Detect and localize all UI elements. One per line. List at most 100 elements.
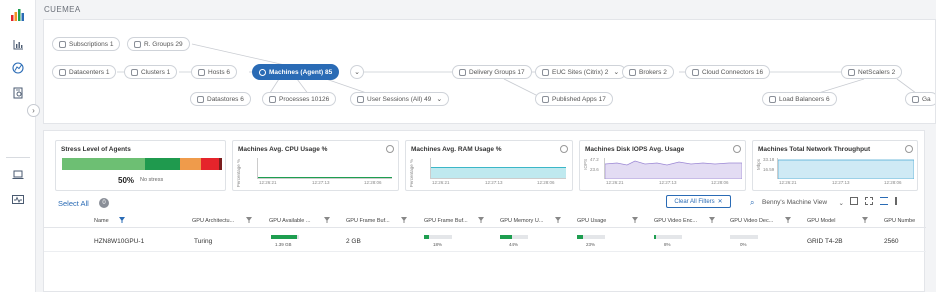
filter-icon[interactable] (246, 217, 252, 223)
resource-group-icon (134, 40, 141, 48)
column-header-gpu-number[interactable]: GPU Numbe (884, 218, 915, 224)
iops-area (605, 160, 742, 179)
subscription-icon (59, 40, 66, 48)
node-hosts[interactable]: Hosts 6 (191, 65, 238, 79)
column-header-name[interactable]: Name (94, 218, 109, 224)
node-truncated[interactable]: Ga (905, 92, 935, 106)
export-icon[interactable] (850, 197, 858, 205)
cpu-plot (257, 158, 392, 179)
filter-icon[interactable] (632, 217, 638, 223)
gateway-icon (912, 95, 919, 103)
cloud-connector-icon (692, 68, 699, 76)
column-header-frame-buf-1[interactable]: GPU Frame Buf... (346, 218, 390, 224)
y-tick: 47.2 (590, 157, 599, 162)
explore-icon[interactable] (11, 61, 25, 75)
published-app-icon (542, 95, 549, 103)
y-axis-label: Percentage % (236, 159, 241, 188)
memory-usage-pct: 44% (509, 242, 519, 247)
netscaler-icon (848, 68, 855, 76)
monitor-pulse-icon[interactable] (11, 193, 25, 207)
video-enc-bar (654, 235, 682, 239)
column-header-frame-buf-2[interactable]: GPU Frame Buf... (424, 218, 468, 224)
app-root: › CUEMEA Subscriptions 1 R. Groups 29 Da… (0, 0, 936, 292)
filter-icon[interactable] (478, 217, 484, 223)
stress-segment-2 (180, 158, 202, 170)
content-panel: Stress Level of Agents 50% No stress Mac… (43, 130, 926, 292)
card-cpu-usage[interactable]: Machines Avg. CPU Usage % Percentage % 1… (232, 140, 399, 191)
list-view-icon[interactable] (880, 197, 888, 205)
chevron-down-icon: ⌄ (354, 69, 360, 76)
node-processes[interactable]: Processes 10126 (262, 92, 337, 106)
node-published-apps[interactable]: Published Apps 17 (535, 92, 613, 106)
node-user-sessions[interactable]: User Sessions (All) 49 ⌄ (350, 92, 450, 106)
close-icon: ✕ (717, 199, 723, 205)
column-header-gpu-arch[interactable]: GPU Architectu... (192, 218, 234, 224)
cell-name[interactable]: HZN8W10GPU-1 (94, 238, 144, 245)
rail-divider (6, 157, 30, 158)
node-resource-groups[interactable]: R. Groups 29 (127, 37, 190, 51)
view-select[interactable]: Benny's Machine View ⌄ (762, 197, 844, 208)
column-header-video-enc[interactable]: GPU Video Enc... (654, 218, 697, 224)
more-options-icon[interactable] (895, 197, 897, 205)
search-icon[interactable]: ⌕ (750, 198, 754, 208)
filter-icon[interactable] (555, 217, 561, 223)
node-datastores[interactable]: Datastores 6 (190, 92, 251, 106)
process-icon (269, 95, 276, 103)
datacenter-icon (59, 68, 66, 76)
select-all-link[interactable]: Select All (58, 199, 89, 208)
clock-icon[interactable] (733, 145, 741, 153)
stress-label: No stress (140, 177, 164, 183)
clock-icon[interactable] (386, 145, 394, 153)
filter-icon[interactable] (709, 217, 715, 223)
clear-all-filters-button[interactable]: Clear All Filters ✕ (666, 195, 731, 208)
node-euc-sites[interactable]: EUC Sites (Citrix) 2 ⌄ (535, 65, 627, 79)
column-header-video-dec[interactable]: GPU Video Dec... (730, 218, 773, 224)
node-cloud-connectors[interactable]: Cloud Connectors 16 (685, 65, 771, 79)
node-load-balancers[interactable]: Load Balancers 6 (762, 92, 837, 106)
clock-icon[interactable] (905, 145, 913, 153)
collapse-sidebar-button[interactable]: › (27, 104, 40, 117)
filter-icon[interactable] (785, 217, 791, 223)
cluster-icon (131, 68, 138, 76)
table-toolbar-icons (850, 197, 897, 205)
reports-icon[interactable] (11, 86, 25, 100)
video-enc-fill (654, 235, 657, 239)
fullscreen-icon[interactable] (865, 197, 873, 205)
clock-icon[interactable] (560, 145, 568, 153)
card-network-throughput[interactable]: Machines Total Network Throughput Mbps 3… (752, 140, 918, 191)
column-header-gpu-available[interactable]: GPU Available ... (269, 218, 310, 224)
node-delivery-groups[interactable]: Delivery Groups 17 (452, 65, 532, 79)
column-header-gpu-usage[interactable]: GPU Usage (577, 218, 606, 224)
dashboard-icon[interactable] (11, 37, 25, 51)
cell-frame-buf: 2 GB (346, 238, 361, 245)
chevron-down-icon: ⌄ (838, 199, 844, 207)
cell-gpu-number: 2560 (884, 238, 899, 245)
card-disk-iops[interactable]: Machines Disk IOPS Avg. Usage IOPS 47.2 … (579, 140, 746, 191)
node-clusters[interactable]: Clusters 1 (124, 65, 178, 79)
card-title: Machines Disk IOPS Avg. Usage (585, 146, 685, 153)
card-title: Machines Avg. RAM Usage % (411, 146, 502, 153)
node-netscalers[interactable]: NetScalers 2 (841, 65, 903, 79)
filter-icon[interactable] (401, 217, 407, 223)
filter-active-icon[interactable] (119, 217, 125, 223)
laptop-icon[interactable] (11, 168, 25, 182)
card-ram-usage[interactable]: Machines Avg. RAM Usage % Percentage % 1… (405, 140, 573, 191)
node-subscriptions[interactable]: Subscriptions 1 (52, 37, 121, 51)
node-brokers[interactable]: Brokers 2 (622, 65, 674, 79)
filter-icon[interactable] (862, 217, 868, 223)
video-dec-bar (730, 235, 758, 239)
card-stress-level[interactable]: Stress Level of Agents 50% No stress (55, 140, 226, 191)
node-machines-agent[interactable]: Machines (Agent) 85 (252, 64, 340, 80)
frame-buf-pct: 18% (433, 242, 443, 247)
node-datacenters[interactable]: Datacenters 1 (52, 65, 117, 79)
chevron-down-icon[interactable]: ⌄ (613, 68, 619, 76)
stress-segment-4 (218, 158, 222, 170)
column-header-gpu-model[interactable]: GPU Model (807, 218, 835, 224)
column-header-memory-usage[interactable]: GPU Memory U... (500, 218, 543, 224)
chevron-down-icon[interactable]: ⌄ (436, 95, 442, 103)
filter-icon[interactable] (324, 217, 330, 223)
selected-count-badge: 0 (99, 198, 109, 208)
topology-map: Subscriptions 1 R. Groups 29 Datacenters… (43, 19, 936, 124)
expand-machines-button[interactable]: ⌄ (350, 65, 364, 79)
stress-level-bar (62, 158, 222, 170)
